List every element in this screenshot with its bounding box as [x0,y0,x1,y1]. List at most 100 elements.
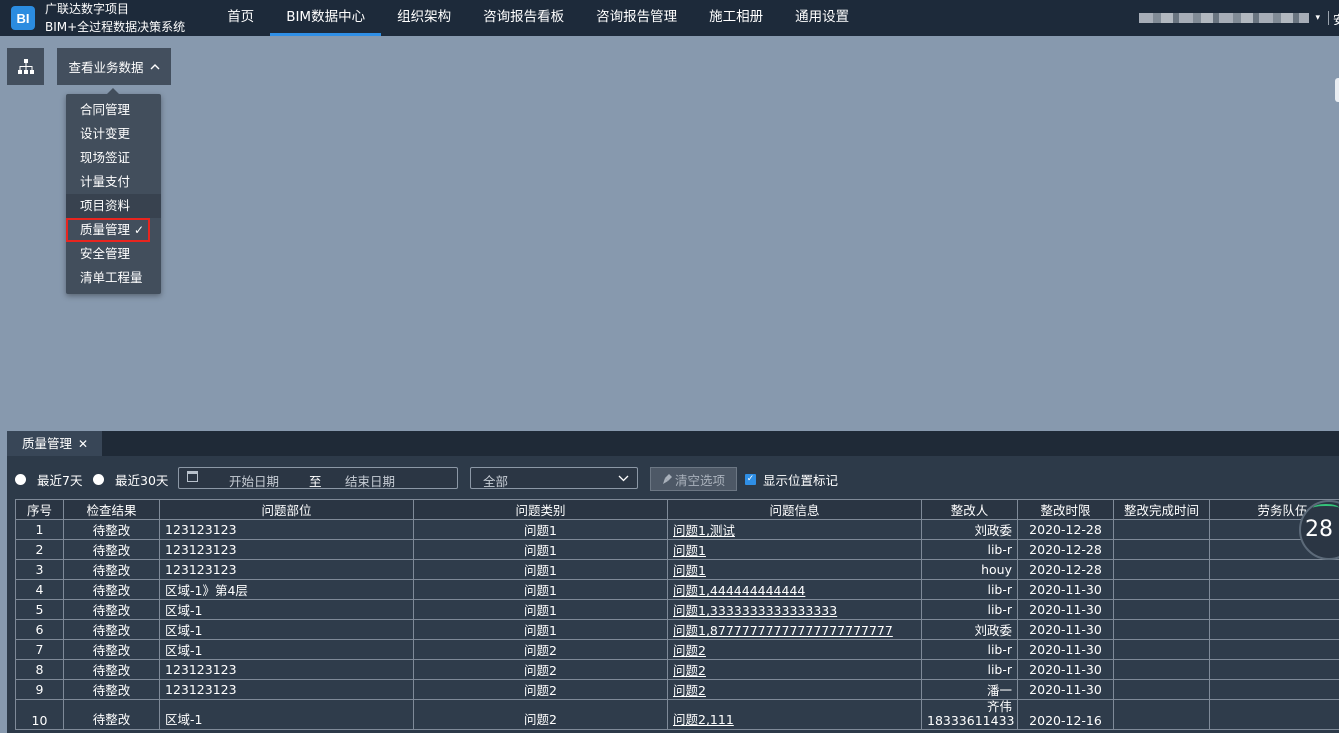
cell-location: 区域-1 [159,699,414,730]
nav-home[interactable]: 首页 [211,0,270,36]
table-row[interactable]: 4 待整改 区域-1》第4层 问题1 问题1,444444444444 lib-r 2020… [15,579,1339,600]
cell-category: 问题2 [413,639,668,660]
label-last7: 最近7天 [37,473,83,488]
cell-check-result: 待整改 [63,599,160,620]
start-date-input[interactable]: 开始日期 [229,471,279,490]
nav-bim-data-center[interactable]: BIM数据中心 [270,0,381,36]
nav-report-board[interactable]: 咨询报告看板 [467,0,580,36]
col-header-deadline[interactable]: 整改时限 [1017,499,1114,520]
end-date-input[interactable]: 结束日期 [345,471,395,490]
cell-rectifier: 齐伟18333611433 [921,699,1018,730]
menu-item-project-docs[interactable]: 项目资料 [66,194,161,218]
nav-construction-album[interactable]: 施工相册 [693,0,779,36]
menu-item-design-change[interactable]: 设计变更 [66,122,161,146]
cell-location: 123123123 [159,539,414,560]
cell-location: 123123123 [159,679,414,700]
table-row[interactable]: 10 待整改 区域-1 问题2 问题2,111 齐伟18333611433 2020-12-… [15,699,1339,730]
cell-info[interactable]: 问题2 [667,659,922,680]
col-header-location[interactable]: 问题部位 [159,499,414,520]
menu-item-site-visa[interactable]: 现场签证 [66,146,161,170]
exit-link[interactable]: 安 [1333,11,1339,25]
app-logo[interactable]: BI [11,6,35,30]
clear-options-button[interactable]: 清空选项 [650,467,737,491]
divider [1328,11,1329,25]
show-marks-checkbox[interactable]: ✓ [745,474,756,485]
close-icon[interactable]: ✕ [78,437,88,451]
col-header-check-result[interactable]: 检查结果 [63,499,160,520]
cell-completed [1113,559,1210,580]
table-row[interactable]: 9 待整改 123123123 问题2 问题2 潘一 2020-11-30 [15,679,1339,700]
cell-deadline: 2020-11-30 [1017,679,1114,700]
cell-info[interactable]: 问题2,111 [667,699,922,730]
cell-check-result: 待整改 [63,539,160,560]
cell-labor-team [1209,679,1339,700]
category-select[interactable]: 全部 [470,467,638,489]
table-header-row: 序号 检查结果 问题部位 问题类别 问题信息 整改人 整改时限 整改完成时间 劳… [15,499,1339,520]
col-header-rectifier[interactable]: 整改人 [921,499,1018,520]
nav-organization[interactable]: 组织架构 [381,0,467,36]
menu-item-measurement-payment[interactable]: 计量支付 [66,170,161,194]
col-header-category[interactable]: 问题类别 [413,499,668,520]
cell-info[interactable]: 问题1 [667,539,922,560]
category-select-value: 全部 [483,474,509,489]
chevron-up-icon [150,64,159,70]
cell-index: 1 [15,519,64,540]
cell-rectifier: lib-r [921,659,1018,680]
menu-item-bill-quantity[interactable]: 清单工程量 [66,266,161,290]
table-row[interactable]: 5 待整改 区域-1 问题1 问题1,3333333333333333 lib-r 2020… [15,599,1339,620]
table-row[interactable]: 3 待整改 123123123 问题1 问题1 houy 2020-12-28 [15,559,1339,580]
nav-general-settings[interactable]: 通用设置 [779,0,865,36]
view-business-data-button[interactable]: 查看业务数据 [57,48,171,85]
radio-last30[interactable] [93,474,104,485]
cell-location: 123123123 [159,659,414,680]
user-dropdown-icon[interactable]: ▾ [1315,13,1320,23]
cell-deadline: 2020-11-30 [1017,639,1114,660]
nav-report-management[interactable]: 咨询报告管理 [580,0,693,36]
cell-rectifier: 刘政委 [921,619,1018,640]
col-header-index[interactable]: 序号 [15,499,64,520]
cell-info[interactable]: 问题1,87777777777777777777777 [667,619,922,640]
side-panel-handle[interactable] [1335,78,1339,102]
cell-info[interactable]: 问题1,测试 [667,519,922,540]
cell-info[interactable]: 问题1,444444444444 [667,579,922,600]
cell-check-result: 待整改 [63,639,160,660]
cell-completed [1113,599,1210,620]
col-header-info[interactable]: 问题信息 [667,499,922,520]
table-row[interactable]: 2 待整改 123123123 问题1 问题1 lib-r 2020-12-28 [15,539,1339,560]
date-range-picker[interactable]: 开始日期 至 结束日期 [178,467,458,489]
cell-check-result: 待整改 [63,559,160,580]
cell-deadline: 2020-12-16 [1017,699,1114,730]
cell-check-result: 待整改 [63,699,160,730]
table-row[interactable]: 8 待整改 123123123 问题2 问题2 lib-r 2020-11-30 [15,659,1339,680]
org-tree-button[interactable] [7,48,44,85]
menu-item-quality[interactable]: 质量管理 ✓ [66,218,150,242]
cell-completed [1113,639,1210,660]
menu-item-safety[interactable]: 安全管理 [66,242,161,266]
cell-info[interactable]: 问题1 [667,559,922,580]
check-icon: ✓ [133,223,144,237]
cell-index: 10 [15,699,64,730]
cell-completed [1113,519,1210,540]
col-header-completed[interactable]: 整改完成时间 [1113,499,1210,520]
date-separator: 至 [309,474,322,489]
table-row[interactable]: 7 待整改 区域-1 问题2 问题2 lib-r 2020-11-30 [15,639,1339,660]
cell-category: 问题2 [413,679,668,700]
broom-icon [662,474,672,484]
cell-deadline: 2020-12-28 [1017,559,1114,580]
filter-bar: 最近7天 最近30天 开始日期 至 结束日期 全部 清空选项 ✓ 显示位置标记 [7,464,1339,492]
table-row[interactable]: 6 待整改 区域-1 问题1 问题1,87777777777777777777777 刘政… [15,619,1339,640]
cell-info[interactable]: 问题1,3333333333333333 [667,599,922,620]
tab-quality-label: 质量管理 [22,436,73,451]
tab-quality[interactable]: 质量管理 ✕ [7,431,102,456]
cell-info[interactable]: 问题2 [667,639,922,660]
menu-item-contract[interactable]: 合同管理 [66,98,161,122]
table-body: 1 待整改 123123123 问题1 问题1,测试 刘政委 2020-12-28 2 待整改 1… [15,519,1339,730]
user-area[interactable]: ▾ 安 [1139,0,1339,36]
cell-location: 123123123 [159,519,414,540]
chevron-down-icon [618,475,629,482]
cell-check-result: 待整改 [63,679,160,700]
label-last30: 最近30天 [115,473,169,488]
table-row[interactable]: 1 待整改 123123123 问题1 问题1,测试 刘政委 2020-12-28 [15,519,1339,540]
cell-info[interactable]: 问题2 [667,679,922,700]
radio-last7[interactable] [15,474,26,485]
